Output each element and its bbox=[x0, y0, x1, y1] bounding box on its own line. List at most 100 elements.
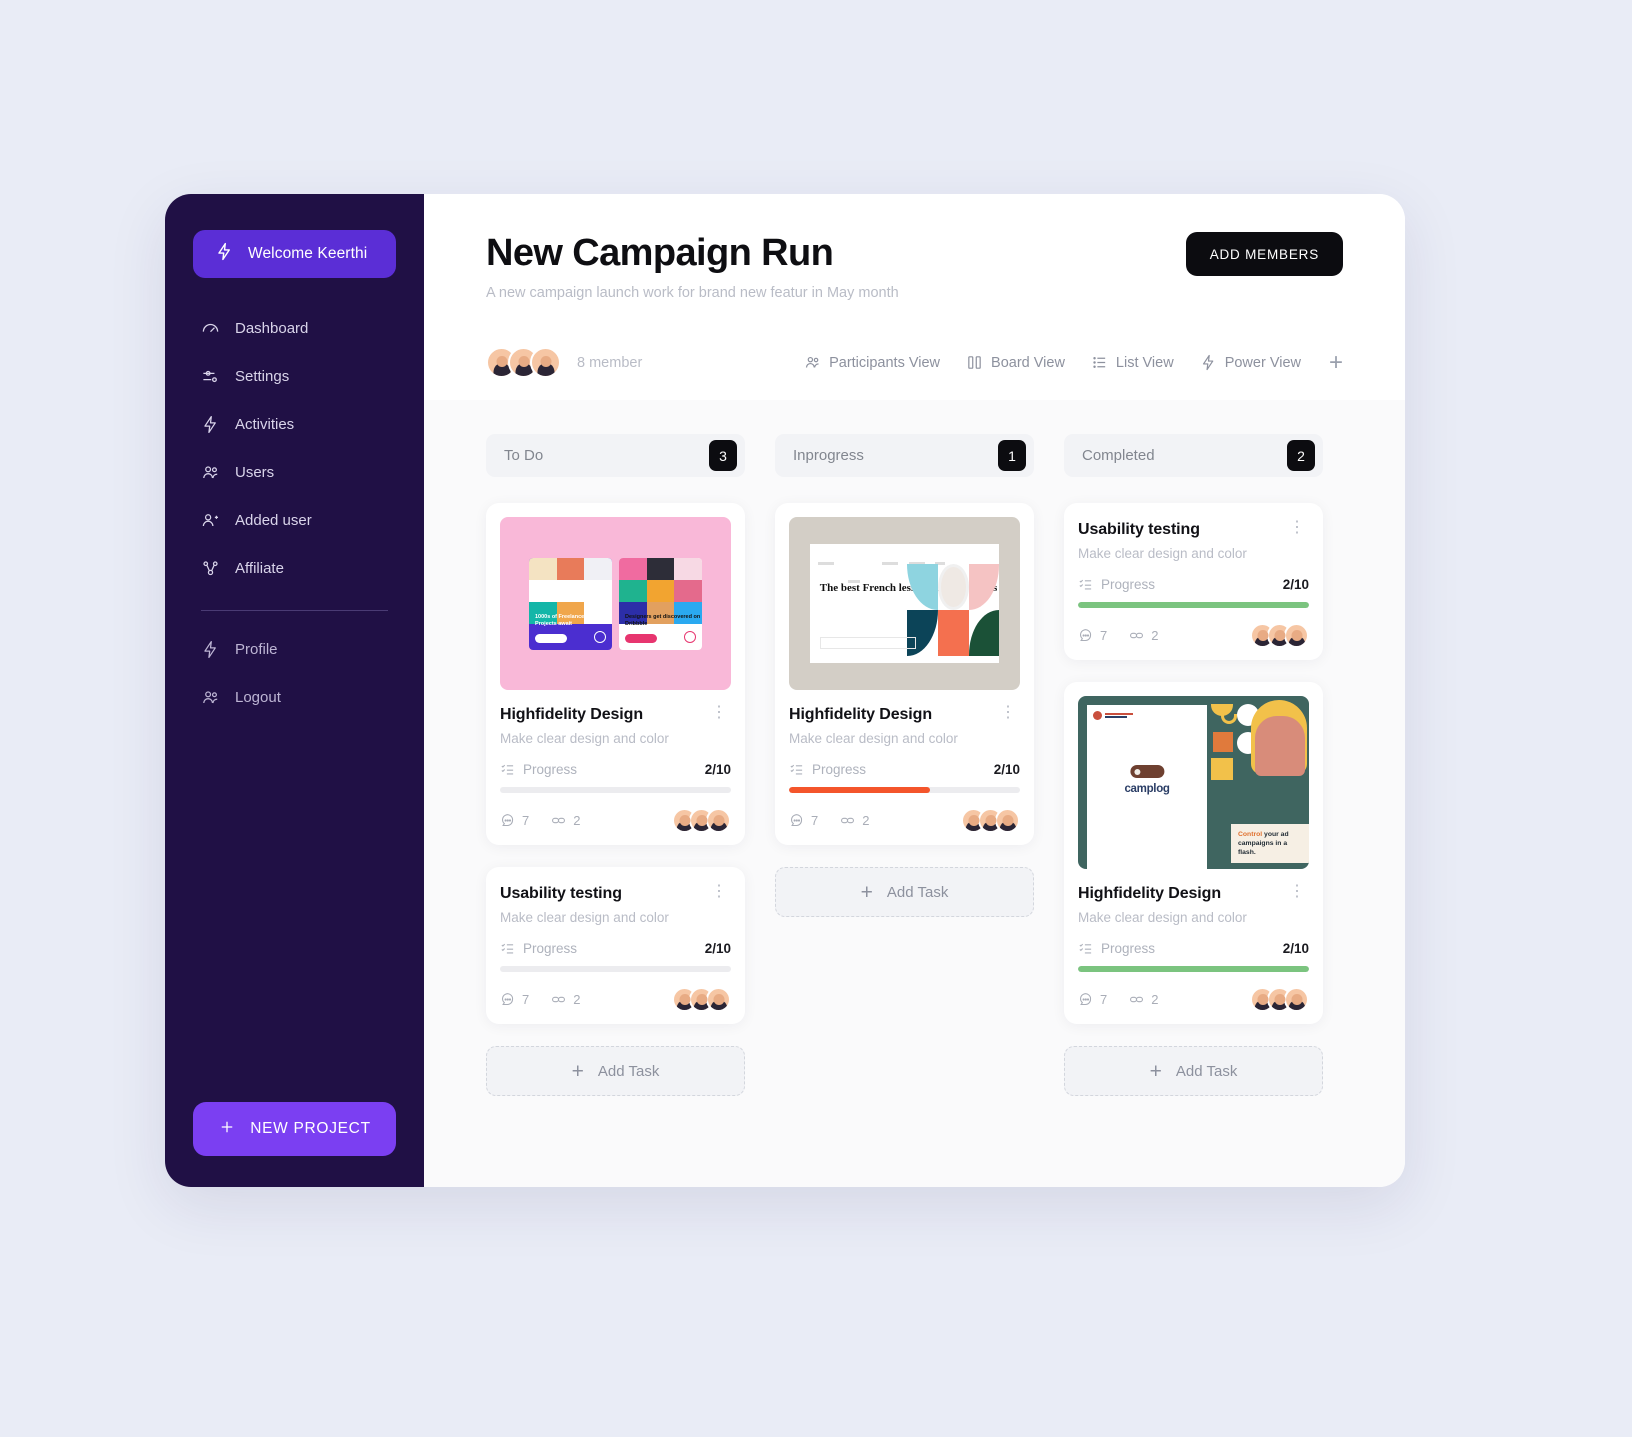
checklist-icon bbox=[1078, 577, 1093, 592]
sidebar-item-added-user[interactable]: Added user bbox=[165, 496, 424, 544]
page-subtitle: A new campaign launch work for brand new… bbox=[486, 285, 899, 301]
camplog-logo: camplog bbox=[1124, 765, 1170, 795]
thumb-art-right: Control your ad campaigns in a flash. bbox=[1207, 696, 1309, 869]
progress-fill bbox=[789, 787, 930, 793]
card-subtitle: Make clear design and color bbox=[500, 910, 669, 925]
sidebar-item-affiliate[interactable]: Affiliate bbox=[165, 544, 424, 592]
sidebar-item-activities[interactable]: Activities bbox=[165, 400, 424, 448]
task-card[interactable]: camplog Control your ad campaigns in a f… bbox=[1064, 682, 1323, 1024]
list-icon bbox=[1091, 354, 1108, 371]
task-card[interactable]: Usability testing ⋮ Make clear design an… bbox=[1064, 503, 1323, 660]
add-task-label: Add Task bbox=[1175, 1062, 1238, 1080]
add-view-button[interactable]: + bbox=[1327, 350, 1343, 375]
sidebar-item-logout[interactable]: Logout bbox=[165, 673, 424, 721]
task-card[interactable]: 1000s of Freelance Design Projects await… bbox=[486, 503, 745, 845]
column-count-badge: 3 bbox=[709, 440, 737, 471]
card-progress-row: Progress 2/10 bbox=[1078, 941, 1309, 956]
card-header: Highfidelity Design ⋮ bbox=[500, 705, 731, 724]
card-thumbnail: camplog Control your ad campaigns in a f… bbox=[1078, 696, 1309, 869]
tab-list-view[interactable]: List View bbox=[1091, 354, 1174, 371]
title-block: New Campaign Run A new campaign launch w… bbox=[486, 232, 899, 301]
add-task-button[interactable]: + Add Task bbox=[775, 867, 1034, 917]
welcome-pill[interactable]: Welcome Keerthi bbox=[193, 230, 396, 278]
task-card[interactable]: The best French lesson are with Anaïs Hi… bbox=[775, 503, 1034, 845]
sidebar-divider bbox=[201, 610, 388, 611]
thumb-art: The best French lesson are with Anaïs bbox=[809, 543, 1000, 664]
progress-label-group: Progress bbox=[500, 941, 705, 956]
thumb-form bbox=[819, 637, 916, 650]
sidebar-item-label: Users bbox=[235, 463, 275, 481]
add-task-button[interactable]: + Add Task bbox=[486, 1046, 745, 1096]
sidebar-item-label: Activities bbox=[235, 415, 295, 433]
card-menu-icon[interactable]: ⋮ bbox=[996, 705, 1020, 721]
avatar bbox=[706, 987, 731, 1012]
card-title: Highfidelity Design bbox=[500, 706, 643, 723]
column-title: To Do bbox=[504, 447, 544, 464]
avatar bbox=[706, 808, 731, 833]
task-card[interactable]: Usability testing ⋮ Make clear design an… bbox=[486, 867, 745, 1024]
card-avatars bbox=[672, 808, 731, 833]
progress-value: 2/10 bbox=[704, 762, 731, 777]
thumb-button bbox=[625, 633, 657, 643]
card-avatars bbox=[1250, 987, 1309, 1012]
plus-icon: + bbox=[860, 880, 873, 904]
thumb-nav bbox=[817, 552, 991, 583]
member-count: 8 member bbox=[577, 354, 643, 371]
dribbble-icon bbox=[594, 630, 606, 643]
sidebar-item-users[interactable]: Users bbox=[165, 448, 424, 496]
comment-count: 7 bbox=[1100, 628, 1108, 643]
bolt-icon bbox=[201, 415, 220, 434]
tab-label: Participants View bbox=[829, 354, 941, 371]
card-avatars bbox=[672, 987, 731, 1012]
card-header: Usability testing ⋮ bbox=[1078, 520, 1309, 539]
tab-board-view[interactable]: Board View bbox=[966, 354, 1065, 371]
card-footer: 7 2 bbox=[789, 808, 1020, 833]
progress-bar bbox=[500, 787, 731, 793]
link-icon bbox=[551, 992, 566, 1007]
users-icon bbox=[804, 354, 821, 371]
card-menu-icon[interactable]: ⋮ bbox=[707, 705, 731, 721]
card-progress-row: Progress 2/10 bbox=[500, 941, 731, 956]
topbar: New Campaign Run A new campaign launch w… bbox=[424, 194, 1405, 400]
checklist-icon bbox=[500, 941, 515, 956]
card-title: Usability testing bbox=[500, 885, 622, 902]
thumb-caption: Control your ad campaigns in a flash. bbox=[1231, 824, 1309, 863]
thumb-shapes bbox=[907, 563, 1000, 656]
card-header: Highfidelity Design ⋮ bbox=[1078, 884, 1309, 903]
card-footer: 7 2 bbox=[1078, 623, 1309, 648]
plus-icon: + bbox=[571, 1059, 584, 1083]
card-progress-row: Progress 2/10 bbox=[789, 762, 1020, 777]
card-footer: 7 2 bbox=[1078, 987, 1309, 1012]
card-menu-icon[interactable]: ⋮ bbox=[1285, 520, 1309, 536]
link-stat: 2 bbox=[1129, 628, 1158, 643]
add-task-label: Add Task bbox=[886, 883, 949, 901]
users-icon bbox=[201, 688, 220, 707]
sidebar-item-profile[interactable]: Profile bbox=[165, 625, 424, 673]
welcome-label: Welcome Keerthi bbox=[248, 245, 368, 262]
avatar bbox=[1284, 987, 1309, 1012]
comment-count: 7 bbox=[522, 813, 530, 828]
card-menu-icon[interactable]: ⋮ bbox=[707, 884, 731, 900]
sidebar-item-settings[interactable]: Settings bbox=[165, 352, 424, 400]
comment-icon bbox=[789, 813, 804, 828]
bolt-icon bbox=[201, 640, 220, 659]
progress-bar bbox=[1078, 966, 1309, 972]
plus-icon: + bbox=[1149, 1059, 1162, 1083]
plus-icon bbox=[218, 1118, 236, 1141]
comment-stat: 7 bbox=[1078, 992, 1107, 1007]
add-task-button[interactable]: + Add Task bbox=[1064, 1046, 1323, 1096]
new-project-button[interactable]: NEW PROJECT bbox=[193, 1102, 396, 1156]
tab-power-view[interactable]: Power View bbox=[1200, 354, 1301, 371]
thumb-text: Designers get discovered on Dribbble bbox=[625, 613, 701, 627]
add-members-button[interactable]: ADD MEMBERS bbox=[1185, 232, 1343, 276]
view-tabs: Participants View Board View List View P… bbox=[804, 350, 1343, 375]
tab-participants-view[interactable]: Participants View bbox=[804, 354, 940, 371]
columns-icon bbox=[966, 354, 983, 371]
sidebar-item-label: Logout bbox=[235, 688, 281, 706]
sidebar-item-dashboard[interactable]: Dashboard bbox=[165, 304, 424, 352]
checklist-icon bbox=[789, 762, 804, 777]
comment-count: 7 bbox=[522, 992, 530, 1007]
card-progress-row: Progress 2/10 bbox=[1078, 577, 1309, 592]
member-avatars[interactable] bbox=[486, 347, 561, 378]
card-menu-icon[interactable]: ⋮ bbox=[1285, 884, 1309, 900]
